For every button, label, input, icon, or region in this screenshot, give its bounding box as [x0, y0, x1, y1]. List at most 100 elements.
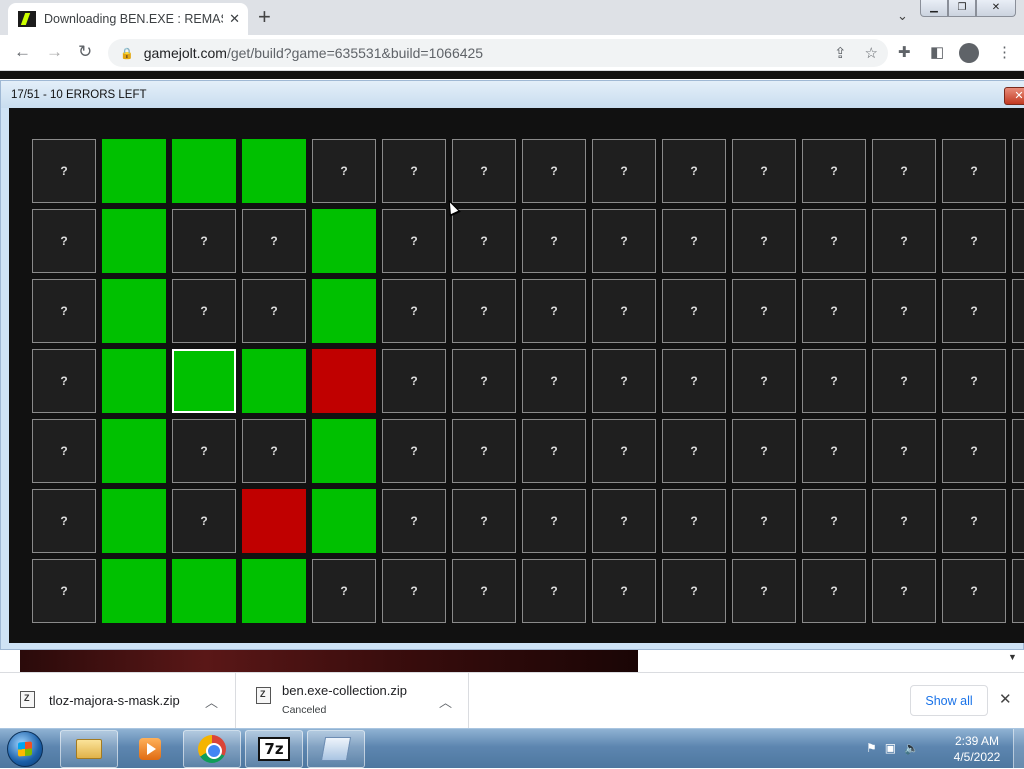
unrevealed-cell[interactable]: ? — [452, 559, 516, 623]
correct-cell[interactable] — [102, 559, 166, 623]
reload-icon[interactable]: ↻ — [78, 42, 92, 62]
close-window-button[interactable]: ✕ — [976, 0, 1016, 17]
unrevealed-cell[interactable]: ? — [802, 209, 866, 273]
taskbar-media-player[interactable] — [121, 730, 179, 768]
correct-cell[interactable] — [102, 209, 166, 273]
unrevealed-cell[interactable]: ? — [662, 139, 726, 203]
unrevealed-cell[interactable]: ? — [522, 209, 586, 273]
unrevealed-cell[interactable]: ? — [382, 349, 446, 413]
extensions-puzzle-icon[interactable]: ✚ — [898, 43, 911, 61]
unrevealed-cell[interactable]: ? — [32, 559, 96, 623]
unrevealed-cell[interactable]: ? — [32, 489, 96, 553]
unrevealed-cell[interactable]: ? — [1012, 279, 1024, 343]
unrevealed-cell[interactable]: ? — [872, 489, 936, 553]
unrevealed-cell[interactable]: ? — [452, 419, 516, 483]
back-arrow-icon[interactable]: ← — [14, 42, 31, 62]
browser-tab[interactable]: Downloading BEN.EXE : REMASTE ✕ — [8, 3, 248, 35]
unrevealed-cell[interactable]: ? — [172, 489, 236, 553]
unrevealed-cell[interactable]: ? — [452, 489, 516, 553]
restore-button[interactable]: ❐ — [948, 0, 976, 17]
show-desktop-button[interactable] — [1013, 729, 1024, 769]
unrevealed-cell[interactable]: ? — [172, 419, 236, 483]
unrevealed-cell[interactable]: ? — [242, 419, 306, 483]
unrevealed-cell[interactable]: ? — [732, 139, 796, 203]
unrevealed-cell[interactable]: ? — [522, 419, 586, 483]
unrevealed-cell[interactable]: ? — [382, 489, 446, 553]
taskbar-game[interactable] — [307, 730, 365, 768]
unrevealed-cell[interactable]: ? — [942, 349, 1006, 413]
unrevealed-cell[interactable]: ? — [452, 139, 516, 203]
correct-cell[interactable] — [312, 419, 376, 483]
unrevealed-cell[interactable]: ? — [452, 349, 516, 413]
correct-cell[interactable] — [102, 419, 166, 483]
unrevealed-cell[interactable]: ? — [942, 209, 1006, 273]
unrevealed-cell[interactable]: ? — [732, 279, 796, 343]
unrevealed-cell[interactable]: ? — [942, 139, 1006, 203]
unrevealed-cell[interactable]: ? — [382, 419, 446, 483]
selected-cell[interactable] — [172, 349, 236, 413]
tab-search-chevron-icon[interactable]: ⌄ — [897, 8, 908, 24]
unrevealed-cell[interactable]: ? — [942, 279, 1006, 343]
unrevealed-cell[interactable]: ? — [872, 349, 936, 413]
bookmark-star-icon[interactable]: ☆ — [865, 44, 878, 62]
start-button[interactable] — [7, 731, 43, 767]
unrevealed-cell[interactable]: ? — [1012, 209, 1024, 273]
correct-cell[interactable] — [102, 349, 166, 413]
unrevealed-cell[interactable]: ? — [172, 209, 236, 273]
game-close-button[interactable]: ✕ — [1004, 87, 1024, 105]
address-bar[interactable]: 🔒 gamejolt.com/get/build?game=635531&bui… — [108, 39, 888, 67]
unrevealed-cell[interactable]: ? — [662, 209, 726, 273]
unrevealed-cell[interactable]: ? — [872, 139, 936, 203]
game-canvas[interactable]: ????????????????????????????????????????… — [9, 108, 1024, 643]
unrevealed-cell[interactable]: ? — [802, 279, 866, 343]
download-item[interactable]: ben.exe-collection.zip Canceled ︿ — [236, 673, 469, 728]
unrevealed-cell[interactable]: ? — [802, 139, 866, 203]
unrevealed-cell[interactable]: ? — [1012, 559, 1024, 623]
correct-cell[interactable] — [102, 279, 166, 343]
error-cell[interactable] — [242, 489, 306, 553]
correct-cell[interactable] — [312, 209, 376, 273]
unrevealed-cell[interactable]: ? — [242, 209, 306, 273]
new-tab-button[interactable]: + — [258, 4, 271, 30]
unrevealed-cell[interactable]: ? — [1012, 489, 1024, 553]
unrevealed-cell[interactable]: ? — [662, 489, 726, 553]
chrome-menu-icon[interactable]: ⋮ — [997, 43, 1012, 61]
profile-avatar-icon[interactable] — [959, 43, 979, 63]
unrevealed-cell[interactable]: ? — [802, 559, 866, 623]
unrevealed-cell[interactable]: ? — [872, 419, 936, 483]
unrevealed-cell[interactable]: ? — [1012, 139, 1024, 203]
unrevealed-cell[interactable]: ? — [312, 139, 376, 203]
unrevealed-cell[interactable]: ? — [872, 209, 936, 273]
unrevealed-cell[interactable]: ? — [452, 279, 516, 343]
unrevealed-cell[interactable]: ? — [172, 279, 236, 343]
unrevealed-cell[interactable]: ? — [662, 279, 726, 343]
unrevealed-cell[interactable]: ? — [592, 209, 656, 273]
correct-cell[interactable] — [102, 139, 166, 203]
correct-cell[interactable] — [312, 279, 376, 343]
unrevealed-cell[interactable]: ? — [732, 209, 796, 273]
download-item[interactable]: tloz-majora-s-mask.zip ︿ — [0, 673, 236, 728]
unrevealed-cell[interactable]: ? — [942, 489, 1006, 553]
action-center-flag-icon[interactable]: ⚑ — [866, 741, 877, 755]
unrevealed-cell[interactable]: ? — [242, 279, 306, 343]
side-panel-icon[interactable]: ◧ — [930, 43, 944, 61]
unrevealed-cell[interactable]: ? — [942, 419, 1006, 483]
game-titlebar[interactable]: 17/51 - 10 ERRORS LEFT ✕ — [1, 81, 1024, 108]
unrevealed-cell[interactable]: ? — [872, 279, 936, 343]
unrevealed-cell[interactable]: ? — [592, 349, 656, 413]
unrevealed-cell[interactable]: ? — [662, 559, 726, 623]
unrevealed-cell[interactable]: ? — [382, 559, 446, 623]
taskbar-clock[interactable]: 2:39 AM 4/5/2022 — [945, 733, 1009, 765]
share-icon[interactable]: ⇪ — [834, 44, 847, 62]
unrevealed-cell[interactable]: ? — [592, 139, 656, 203]
correct-cell[interactable] — [242, 139, 306, 203]
taskbar-7zip[interactable]: 7z — [245, 730, 303, 768]
unrevealed-cell[interactable]: ? — [32, 209, 96, 273]
unrevealed-cell[interactable]: ? — [522, 139, 586, 203]
unrevealed-cell[interactable]: ? — [32, 419, 96, 483]
unrevealed-cell[interactable]: ? — [382, 279, 446, 343]
unrevealed-cell[interactable]: ? — [802, 419, 866, 483]
unrevealed-cell[interactable]: ? — [732, 489, 796, 553]
network-icon[interactable]: ▣ — [885, 741, 896, 755]
lock-icon[interactable]: 🔒 — [120, 47, 134, 60]
